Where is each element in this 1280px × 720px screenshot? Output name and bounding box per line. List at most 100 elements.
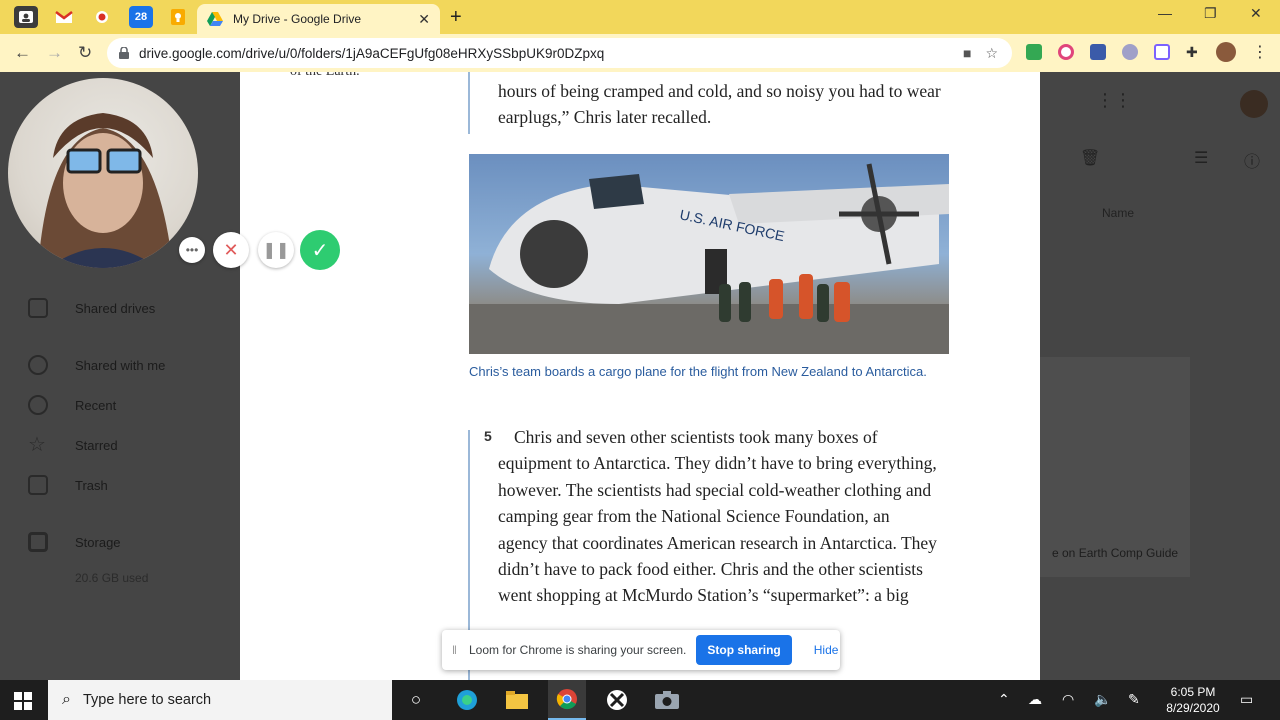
chrome-menu-icon[interactable]: ⋮ [1252,42,1268,61]
taskbar-clock[interactable]: 6:05 PM 8/29/2020 [1160,684,1226,716]
loom-more-button[interactable]: ••• [179,237,205,263]
extension-doc-icon[interactable] [1154,44,1170,60]
drive-account-avatar[interactable] [1240,90,1268,118]
hide-button[interactable]: Hide [814,643,839,657]
pen-icon[interactable]: ✎ [1128,691,1140,708]
nav-label: Shared with me [75,357,166,373]
more-dots-icon: ••• [185,243,199,257]
drag-handle-icon[interactable]: ‖ [452,643,457,657]
list-view-icon[interactable]: ☰ [1194,148,1208,168]
cortana-icon[interactable]: ○ [403,688,429,712]
storage-used: 20.6 GB used [75,571,149,585]
nav-trash[interactable]: Trash [28,473,108,497]
side-note: of the Earth. [290,72,360,80]
nav-storage[interactable]: Storage [28,530,121,554]
people-icon [28,355,48,375]
cargo-plane-photo: U.S. AIR FORCE [469,154,949,354]
extension-green-icon[interactable] [1026,44,1042,60]
lock-icon [119,47,129,59]
clock-time: 6:05 PM [1170,685,1216,699]
back-button[interactable]: ← [14,43,31,63]
reload-button[interactable]: ↻ [78,43,92,63]
trash-icon [28,475,48,495]
loom-cancel-button[interactable]: ✕ [213,232,249,268]
quote-rule [468,72,470,134]
extension-loom-icon[interactable] [1058,44,1074,60]
onedrive-icon[interactable]: ☁ [1028,691,1042,708]
nav-label: Shared drives [75,300,156,316]
tray-chevron-icon[interactable]: ⌃ [998,691,1010,708]
wifi-icon[interactable]: ◠ [1062,691,1074,708]
keep-icon [171,9,185,25]
loom-webcam-bubble[interactable] [8,78,198,268]
clock-date: 8/29/2020 [1166,701,1220,715]
paragraph-number: 5 [484,428,492,444]
notifications-icon[interactable]: ▭ [1240,691,1253,708]
screen-sharing-bar: ‖ Loom for Chrome is sharing your screen… [442,630,840,670]
file-thumbnail[interactable] [1040,357,1190,577]
camera-icon[interactable]: ■ [963,45,971,61]
camera-app-icon[interactable] [654,688,680,712]
chrome-taskbar-icon[interactable] [548,680,586,720]
minimize-button[interactable]: — [1158,5,1172,21]
trash-action-icon[interactable]: 🗑 [1080,148,1100,168]
extension-blue-icon[interactable] [1090,44,1106,60]
volume-icon[interactable]: 🔈 [1094,691,1111,708]
address-bar[interactable]: drive.google.com/drive/u/0/folders/1jA9a… [107,38,1012,68]
pause-icon: ❚❚ [262,242,290,259]
shared-drives-icon [28,298,48,318]
quote-text: hours of being cramped and cold, and so … [498,81,941,127]
checkmark-icon: ✓ [311,239,329,262]
nav-label: Recent [75,397,117,413]
file-name[interactable]: e on Earth Comp Guide [1052,546,1178,560]
browser-toolbar: ← → ↻ drive.google.com/drive/u/0/folders… [0,34,1280,72]
plane-illustration: U.S. AIR FORCE [469,163,949,354]
sharing-message: Loom for Chrome is sharing your screen. [468,643,687,657]
tab-keep-favicon[interactable] [166,6,190,28]
apps-grid-icon[interactable]: ⋮⋮ [1096,90,1132,111]
extension-globe-icon[interactable] [1122,44,1138,60]
nav-label: Trash [75,477,108,493]
loom-finish-button[interactable]: ✓ [300,230,340,270]
restore-button[interactable]: ❐ [1204,5,1217,22]
search-placeholder: Type here to search [82,692,212,708]
new-tab-button[interactable]: + [450,6,462,29]
calendar-icon: 28 [134,11,148,23]
webcam-person [38,113,173,268]
record-icon [96,11,108,23]
stop-sharing-button[interactable]: Stop sharing [696,635,792,665]
tab-my-drive[interactable]: My Drive - Google Drive ✕ [197,4,440,34]
paragraph-5: Chris and seven other scientists took ma… [498,427,937,606]
edge-icon[interactable] [454,688,480,712]
tab-gmail-favicon[interactable] [52,6,76,28]
nav-shared-drives[interactable]: Shared drives [28,296,155,320]
tab-title: My Drive - Google Drive [233,12,362,26]
taskbar-search[interactable]: ⌕ Type here to search [48,680,392,720]
windows-start-icon[interactable] [14,692,32,710]
photo-caption: Chris’s team boards a cargo plane for th… [469,364,927,379]
bookmark-star-icon[interactable]: ☆ [985,45,998,62]
star-icon: ☆ [28,434,46,456]
nav-starred[interactable]: ☆ Starred [28,433,118,457]
nav-shared-with-me[interactable]: Shared with me [28,353,165,377]
info-icon[interactable]: ⓘ [1244,148,1260,172]
extensions-puzzle-icon[interactable]: ✚ [1186,44,1202,60]
tab-calendar-favicon[interactable]: 28 [129,6,153,28]
search-icon: ⌕ [62,691,71,708]
tab-loom-favicon[interactable] [90,6,114,28]
window-close-button[interactable]: ✕ [1250,5,1262,22]
drive-file-area: Name ⋮⋮ 🗑 ☰ ⓘ e on Earth Comp Guide [1040,72,1280,680]
clock-icon [28,395,48,415]
file-explorer-icon[interactable] [504,688,530,712]
tab-strip: 28 My Drive - Google Drive ✕ + — ❐ ✕ [0,0,1280,34]
tab-close-icon[interactable]: ✕ [418,11,430,28]
sort-name-label[interactable]: Name [1102,206,1134,220]
nav-recent[interactable]: Recent [28,393,116,417]
loom-pause-button[interactable]: ❚❚ [258,232,294,268]
xbox-icon[interactable] [604,688,630,712]
profile-avatar[interactable] [1216,42,1236,62]
google-drive-icon [207,12,223,26]
tab-contacts-favicon[interactable] [14,6,38,28]
document-page: of the Earth. hours of being cramped and… [240,72,1040,680]
forward-button[interactable]: → [46,43,63,63]
